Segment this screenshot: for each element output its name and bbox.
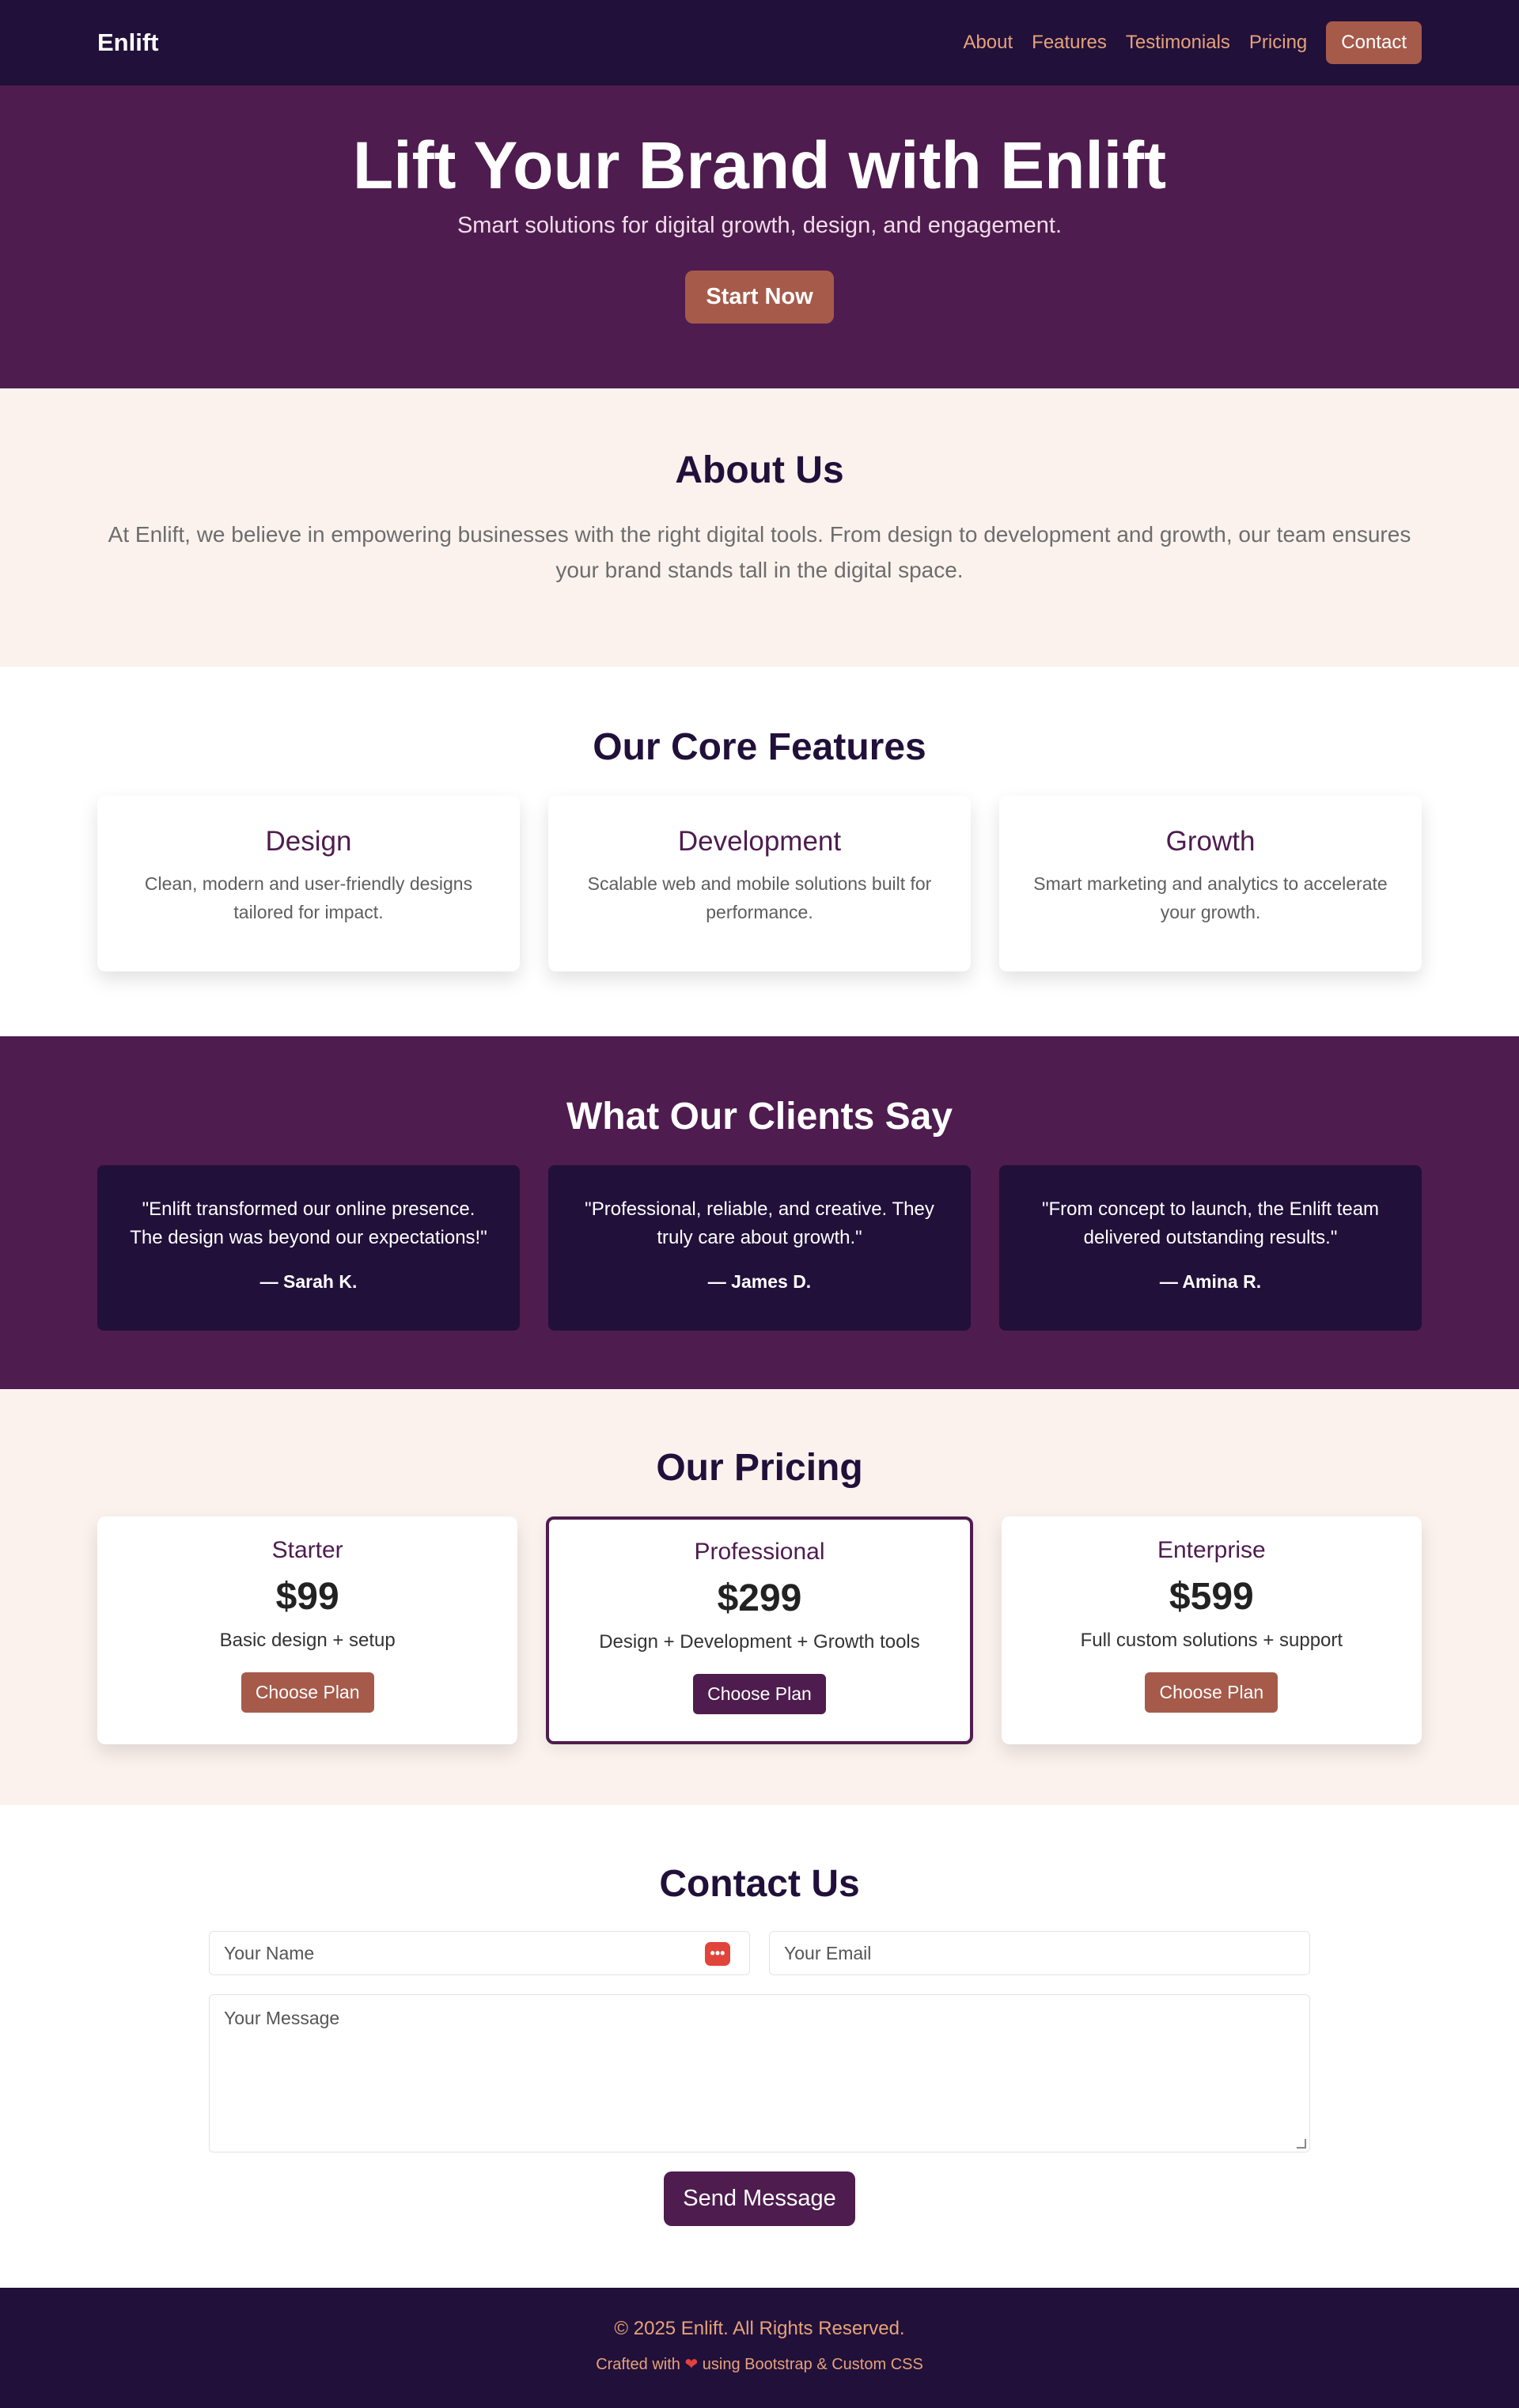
email-input[interactable]: Your Email xyxy=(769,1931,1310,1975)
message-textarea[interactable]: Your Message xyxy=(209,1994,1310,2152)
nav-link-about[interactable]: About xyxy=(963,32,1013,54)
form-row: Your Name ••• Your Email xyxy=(209,1931,1310,1975)
choose-plan-button[interactable]: Choose Plan xyxy=(693,1674,826,1714)
plan-description: Basic design + setup xyxy=(219,1630,396,1651)
send-message-button[interactable]: Send Message xyxy=(664,2171,855,2226)
feature-text: Scalable web and mobile solutions built … xyxy=(587,873,932,922)
footer: © 2025 Enlift. All Rights Reserved. Craf… xyxy=(0,2288,1519,2408)
feature-card-design: Design Clean, modern and user-friendly d… xyxy=(97,796,520,971)
plan-price: $299 xyxy=(717,1577,802,1619)
feature-text: Clean, modern and user-friendly designs … xyxy=(144,873,473,922)
plan-price: $99 xyxy=(275,1576,339,1618)
footer-copyright: © 2025 Enlift. All Rights Reserved. xyxy=(614,2318,905,2339)
hero-title: Lift Your Brand with Enlift xyxy=(352,128,1167,203)
nav-link-pricing[interactable]: Pricing xyxy=(1249,32,1307,54)
plan-description: Full custom solutions + support xyxy=(1080,1630,1343,1651)
pricing-card-professional: Professional $299 Design + Development +… xyxy=(546,1516,973,1744)
feature-card-growth: Growth Smart marketing and analytics to … xyxy=(999,796,1422,971)
start-now-button[interactable]: Start Now xyxy=(685,270,834,324)
testimonial-card: "Professional, reliable, and creative. T… xyxy=(548,1165,971,1331)
plan-description: Design + Development + Growth tools xyxy=(599,1631,920,1653)
heart-icon: ❤ xyxy=(684,2356,699,2373)
feature-title: Growth xyxy=(1165,826,1256,857)
features-title: Our Core Features xyxy=(593,726,926,768)
contact-form: Your Name ••• Your Email Your Message Se… xyxy=(209,1931,1310,2226)
plan-name: Professional xyxy=(694,1539,825,1565)
feature-cards: Design Clean, modern and user-friendly d… xyxy=(97,796,1422,971)
nav-link-testimonials[interactable]: Testimonials xyxy=(1126,32,1230,54)
about-title: About Us xyxy=(675,449,844,491)
testimonial-cards: "Enlift transformed our online presence.… xyxy=(97,1165,1422,1331)
footer-credit-prefix: Crafted with xyxy=(596,2356,680,2373)
contact-title: Contact Us xyxy=(659,1863,860,1905)
testimonial-author: — James D. xyxy=(707,1271,812,1292)
password-manager-icon[interactable]: ••• xyxy=(705,1942,730,1966)
message-placeholder: Your Message xyxy=(224,2008,340,2028)
testimonials-section: What Our Clients Say "Enlift transformed… xyxy=(0,1036,1519,1389)
nav-links: About Features Testimonials Pricing Cont… xyxy=(963,21,1422,64)
footer-credit-suffix: using Bootstrap & Custom CSS xyxy=(702,2356,923,2373)
choose-plan-button[interactable]: Choose Plan xyxy=(1145,1672,1278,1713)
name-placeholder: Your Name xyxy=(224,1942,315,1963)
send-wrap: Send Message xyxy=(209,2171,1310,2226)
testimonials-title: What Our Clients Say xyxy=(566,1096,953,1138)
about-text: At Enlift, we believe in empowering busi… xyxy=(108,522,1411,582)
plan-name: Enterprise xyxy=(1157,1537,1266,1563)
about-section: About Us At Enlift, we believe in empowe… xyxy=(0,388,1519,667)
hero-subtitle: Smart solutions for digital growth, desi… xyxy=(456,212,1063,238)
feature-title: Design xyxy=(265,826,352,857)
testimonial-card: "Enlift transformed our online presence.… xyxy=(97,1165,520,1331)
nav-link-features[interactable]: Features xyxy=(1032,32,1107,54)
name-input[interactable]: Your Name ••• xyxy=(209,1931,750,1975)
testimonial-quote: "Professional, reliable, and creative. T… xyxy=(585,1198,934,1248)
testimonial-author: — Amina R. xyxy=(1159,1271,1262,1292)
features-section: Our Core Features Design Clean, modern a… xyxy=(0,667,1519,1036)
pricing-card-enterprise: Enterprise $599 Full custom solutions + … xyxy=(1001,1516,1422,1744)
hero-section: Lift Your Brand with Enlift Smart soluti… xyxy=(0,85,1519,388)
pricing-section: Our Pricing Starter $99 Basic design + s… xyxy=(0,1389,1519,1805)
navbar: Enlift About Features Testimonials Prici… xyxy=(0,0,1519,85)
pricing-cards: Starter $99 Basic design + setup Choose … xyxy=(97,1516,1422,1744)
feature-card-development: Development Scalable web and mobile solu… xyxy=(548,796,971,971)
email-placeholder: Your Email xyxy=(784,1942,872,1963)
choose-plan-button[interactable]: Choose Plan xyxy=(241,1672,374,1713)
testimonial-card: "From concept to launch, the Enlift team… xyxy=(999,1165,1422,1331)
plan-price: $599 xyxy=(1169,1576,1254,1618)
nav-contact-button[interactable]: Contact xyxy=(1326,21,1422,64)
footer-credit: Crafted with ❤ using Bootstrap & Custom … xyxy=(0,2354,1519,2374)
contact-section: Contact Us Your Name ••• Your Email Your… xyxy=(0,1805,1519,2288)
feature-text: Smart marketing and analytics to acceler… xyxy=(1033,873,1388,922)
feature-title: Development xyxy=(677,826,842,857)
plan-name: Starter xyxy=(271,1537,343,1563)
testimonial-quote: "Enlift transformed our online presence.… xyxy=(130,1198,487,1248)
testimonial-author: — Sarah K. xyxy=(259,1271,358,1292)
pricing-card-starter: Starter $99 Basic design + setup Choose … xyxy=(97,1516,518,1744)
testimonial-quote: "From concept to launch, the Enlift team… xyxy=(1041,1198,1380,1248)
pricing-title: Our Pricing xyxy=(656,1447,863,1489)
brand-logo[interactable]: Enlift xyxy=(97,28,159,57)
resize-handle-icon[interactable] xyxy=(1297,2139,1306,2149)
